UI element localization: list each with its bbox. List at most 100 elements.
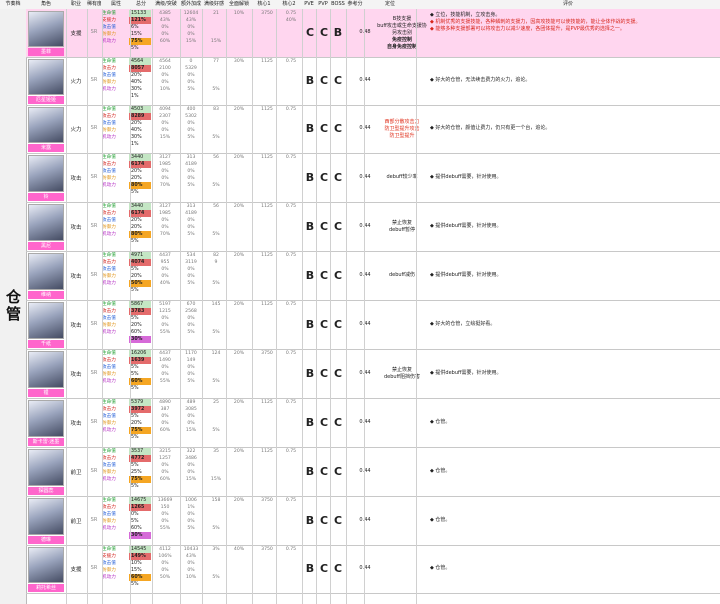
header-cell[interactable]: 总分 [130,0,152,9]
header-cell[interactable]: 核心2 [276,0,302,9]
numeric-cell [227,315,251,322]
stat-label: 防御力 [102,568,116,573]
boss-grade: C [333,464,343,478]
total-value: 5% [131,463,139,468]
numeric-cell [279,511,303,518]
numeric-cell: 0% [161,568,169,573]
header-cell[interactable]: 满级/突破 [152,0,180,9]
header-cell[interactable]: 属性 [102,0,130,9]
grid-line [226,9,227,604]
numeric-cell [279,182,303,189]
header-cell[interactable]: BOSS [330,0,346,9]
numeric-column: 3% 5% [205,546,227,581]
boss-grade: C [333,268,343,282]
numeric-cell [279,553,303,560]
header-cell[interactable]: 稀有度 [87,0,101,9]
header-cell[interactable]: 角色 [26,0,66,9]
header-cell[interactable]: 满级好感 [202,0,226,9]
numeric-cell: 0% [161,519,169,524]
character-portrait[interactable] [28,253,64,290]
numeric-cell: 1215 [159,309,171,314]
numeric-column: 20% [227,203,251,238]
numeric-cell [205,31,227,38]
numeric-cell: 4189 [185,211,197,216]
character-portrait[interactable] [28,547,64,583]
numeric-cell: 5% [187,183,195,188]
numeric-column: 20% [227,448,251,483]
numeric-cell [227,231,251,238]
total-value: 1639 [129,357,151,364]
character-portrait[interactable] [28,204,64,241]
character-portrait[interactable] [28,498,64,535]
evaluation-line: ◆ 提供debuff需要，针对使用。 [430,222,502,229]
pve-grade: B [305,513,315,527]
total-value: 3537 [129,448,151,455]
header-cell[interactable]: 职业 [66,0,86,9]
stat-label: 攻击力 [102,456,116,461]
numeric-column: 0.75 [279,448,303,483]
character-portrait[interactable] [28,400,64,437]
total-value: 75% [129,476,151,483]
character-portrait[interactable] [28,351,64,388]
numeric-cell: 0% [161,32,169,37]
numeric-column: 322 3486 0% 0% 15% [178,448,204,483]
total-value: 60% [131,330,142,335]
evaluation-line: ◆ 立位，技能机制，立攻击身。 [430,12,501,18]
numeric-column: 145 5% [205,301,227,336]
character-portrait[interactable] [28,449,64,486]
total-value: 16206 [129,350,151,357]
numeric-cell: 3085 [185,407,197,412]
header-cell[interactable]: 节奏档 [0,0,26,9]
character-portrait[interactable] [28,11,64,47]
header-cell[interactable]: PVE [302,0,316,9]
numeric-cell: 0% [187,218,195,223]
total-value: 5% [131,519,139,524]
character-name: 维纳 [28,291,64,299]
stat-label: 机动力 [102,428,116,433]
total-values: 16206 1639 5% 5% 60% 5% [129,350,151,392]
stat-labels: 生命值 攻击力 攻击值 防御力 机动力 [102,58,130,93]
stat-label: 攻击值 [102,512,116,517]
numeric-cell: 21 [213,11,219,16]
numeric-cell: 0% [161,176,169,181]
header-cell[interactable]: 定位 [364,0,416,9]
character-name: 墨菲 [28,48,64,56]
total-value: 0% [131,512,139,517]
numeric-cell: 0% [161,372,169,377]
reference-score: 0.44 [355,77,375,83]
rarity-cell: SR [90,320,98,327]
header-cell[interactable]: 额外加成 [180,0,202,9]
grid-line [87,9,88,604]
numeric-column: 82 9 5% [205,252,227,287]
pve-grade: B [305,219,315,233]
header-cell[interactable]: 评价 [416,0,720,9]
evaluation-cell: ◆ 提供debuff需要，针对使用。 [430,223,718,230]
character-portrait[interactable] [28,302,64,339]
numeric-cell: 0.75 [285,449,297,454]
numeric-column: 0.75 [279,252,303,287]
total-value: 5% [131,484,139,489]
header-cell[interactable]: 核心1 [252,0,276,9]
header-cell[interactable]: PVP [316,0,330,9]
character-portrait[interactable] [28,107,64,143]
header-cell[interactable]: 参考分 [346,0,364,9]
stat-label: 机动力 [102,379,116,384]
numeric-cell [227,364,251,371]
numeric-column: 83 5% [205,106,227,141]
numeric-cell: 13669 [157,498,173,503]
character-name: 锂 [28,389,64,397]
role-cell: 攻击 [70,420,82,427]
character-portrait[interactable] [28,155,64,192]
role-cell: 支援 [70,567,82,573]
numeric-cell [227,259,251,266]
stat-label: 防御力 [102,32,116,37]
numeric-cell: 0% [161,316,169,321]
character-name: 莉托希丝 [28,584,64,592]
character-portrait[interactable] [28,59,64,95]
numeric-cell: 106% [158,554,172,559]
stat-label: 机动力 [102,330,116,335]
numeric-cell: 3127 [159,204,171,209]
total-value: 5% [131,582,139,587]
stat-label: 攻击值 [102,25,116,30]
header-cell[interactable]: 全面解锁 [226,0,252,9]
